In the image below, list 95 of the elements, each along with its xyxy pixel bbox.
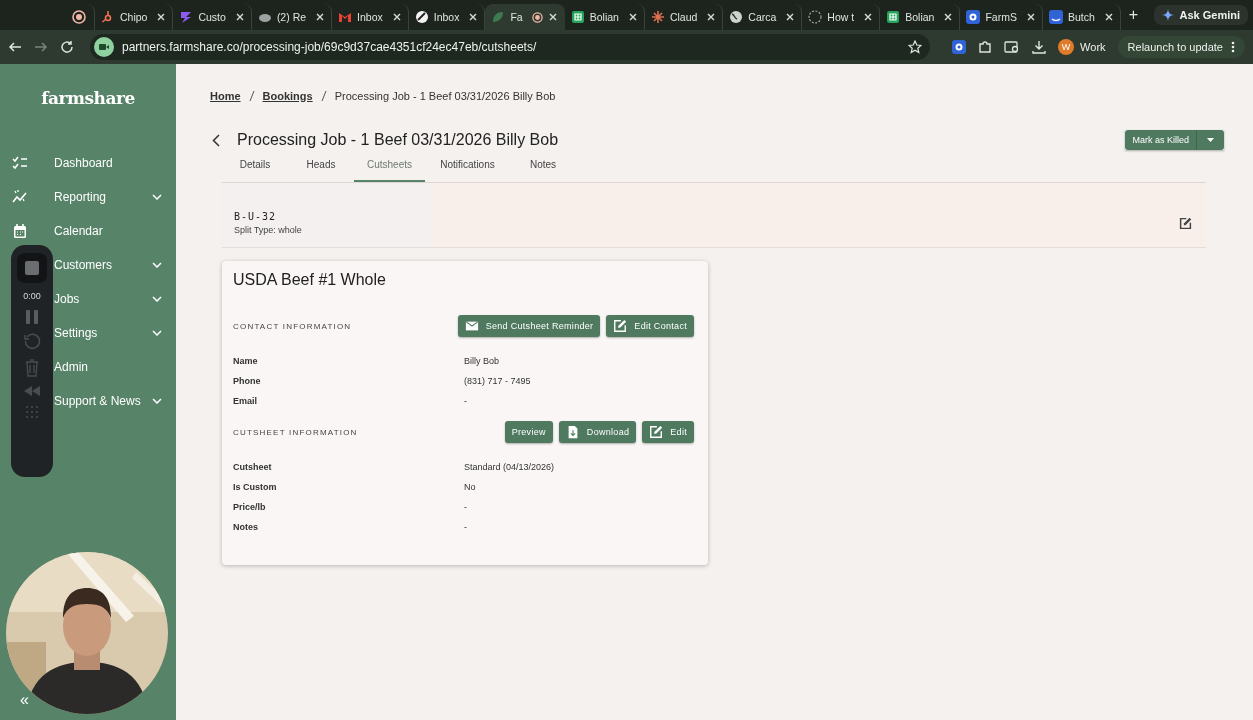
tab-search-icon[interactable] (1004, 40, 1021, 54)
mail-icon (464, 319, 479, 333)
field-value: Billy Bob (464, 356, 500, 366)
page-tab[interactable]: Notifications (425, 157, 510, 182)
close-icon[interactable] (391, 12, 402, 22)
checklist-icon (12, 155, 28, 171)
sheet-icon (886, 10, 901, 24)
close-icon[interactable] (1025, 12, 1036, 22)
trend-icon (12, 189, 28, 205)
camera-icon (94, 37, 114, 57)
sparkle-icon (1162, 9, 1175, 21)
close-icon[interactable] (234, 12, 245, 22)
restart-icon[interactable] (23, 333, 41, 351)
field-value: - (464, 522, 468, 532)
close-icon[interactable] (1103, 12, 1114, 22)
field-value: (831) 717 - 7495 (464, 376, 532, 386)
reload-icon[interactable] (60, 40, 74, 54)
field-label: Is Custom (233, 482, 278, 492)
calendar-icon (12, 223, 28, 239)
field-value: Standard (04/13/2026) (464, 462, 556, 472)
nav-item[interactable]: Customers (54, 248, 162, 282)
back-icon[interactable] (8, 40, 22, 54)
more-icon (1231, 41, 1235, 53)
page-tab[interactable]: Details (222, 157, 288, 182)
nav-item[interactable]: Admin (54, 350, 162, 384)
field-value: - (464, 502, 468, 512)
close-icon[interactable] (785, 12, 796, 22)
timer: 0:00 (23, 291, 41, 301)
card-title: USDA Beef #1 Whole (233, 271, 387, 289)
edit-icon (649, 425, 664, 439)
profile-button[interactable]: W Work (1058, 39, 1106, 55)
collapse-button[interactable]: « (20, 692, 29, 708)
field-label: Price/lb (233, 502, 267, 512)
page-title: Processing Job - 1 Beef 03/31/2026 Billy Bob (237, 131, 559, 149)
field-label: Notes (233, 522, 259, 532)
close-icon[interactable] (468, 12, 479, 22)
nav-item[interactable]: Support & News (54, 384, 162, 418)
mark-as-killed-button[interactable]: Mark as Killed (1125, 130, 1196, 150)
nav-item[interactable]: Jobs (54, 282, 162, 316)
breadcrumb-link[interactable]: Home (210, 89, 241, 102)
mail-icon (338, 10, 353, 24)
close-icon[interactable] (315, 12, 326, 22)
page-tab[interactable]: Heads (288, 157, 354, 182)
logo: farmshare (40, 88, 136, 108)
field-value: No (464, 482, 477, 492)
field-value: - (464, 396, 468, 406)
section-heading: CUTSHEET INFORMATION (233, 427, 358, 437)
close-icon[interactable] (706, 12, 717, 22)
action-button[interactable]: Send Cutsheet Reminder (457, 315, 601, 337)
browser-tab[interactable]: Fa (485, 4, 565, 30)
sheet-icon (570, 10, 585, 24)
field-label: Name (233, 356, 259, 366)
field-label: Email (233, 396, 258, 406)
action-button[interactable]: Download (558, 421, 637, 443)
breadcrumb-link[interactable]: Bookings (262, 89, 313, 102)
address-bar[interactable]: partners.farmshare.co/processing-job/69c9d37cae4351cf24ec47eb/cutsheets/ (90, 34, 931, 60)
edit-icon (613, 319, 628, 333)
dropdown-button[interactable] (1196, 130, 1224, 150)
split-type: Split Type: whole (234, 225, 302, 235)
star-icon[interactable] (908, 40, 923, 54)
nav-item[interactable]: Dashboard (54, 146, 162, 180)
circle-icon (414, 10, 429, 24)
forward-icon[interactable] (34, 40, 48, 54)
nav-item[interactable]: Settings (54, 316, 162, 350)
relaunch-button[interactable]: Relaunch to update (1117, 36, 1245, 58)
close-icon[interactable] (156, 12, 167, 22)
sunburst-icon (650, 10, 665, 24)
action-button[interactable]: Edit Contact (606, 315, 694, 337)
page-tab[interactable]: Notes (510, 157, 576, 182)
record-icon (71, 10, 86, 24)
spinner-icon (808, 10, 823, 24)
close-icon[interactable] (863, 12, 874, 22)
caret-icon (1207, 138, 1214, 142)
item-code: B-U-32 (234, 211, 278, 222)
slash-icon (320, 89, 327, 102)
leaf-icon (491, 10, 506, 24)
pause-icon[interactable] (25, 309, 39, 325)
download-icon[interactable] (1032, 40, 1047, 54)
stop-icon[interactable] (17, 253, 47, 283)
nav-item[interactable]: Calendar (54, 214, 162, 248)
field-label: Phone (233, 376, 262, 386)
close-icon[interactable] (547, 12, 558, 22)
close-icon[interactable] (943, 12, 954, 22)
ask-gemini-button[interactable]: Ask Gemini (1154, 5, 1248, 25)
edit-icon[interactable] (1179, 216, 1192, 230)
breadcrumb-current: Processing Job - 1 Beef 03/31/2026 Billy Bob (334, 89, 556, 102)
bolt-icon (179, 10, 194, 24)
nav-item[interactable]: Reporting (54, 180, 162, 214)
field-label: Cutsheet (233, 462, 273, 472)
close-icon[interactable] (627, 12, 638, 22)
slash-icon (248, 89, 255, 102)
section-heading: CONTACT INFORMATION (233, 321, 352, 331)
new-tab-button[interactable]: + (1128, 6, 1139, 24)
action-button[interactable]: Preview (504, 421, 553, 443)
action-button[interactable]: Edit (642, 421, 694, 443)
